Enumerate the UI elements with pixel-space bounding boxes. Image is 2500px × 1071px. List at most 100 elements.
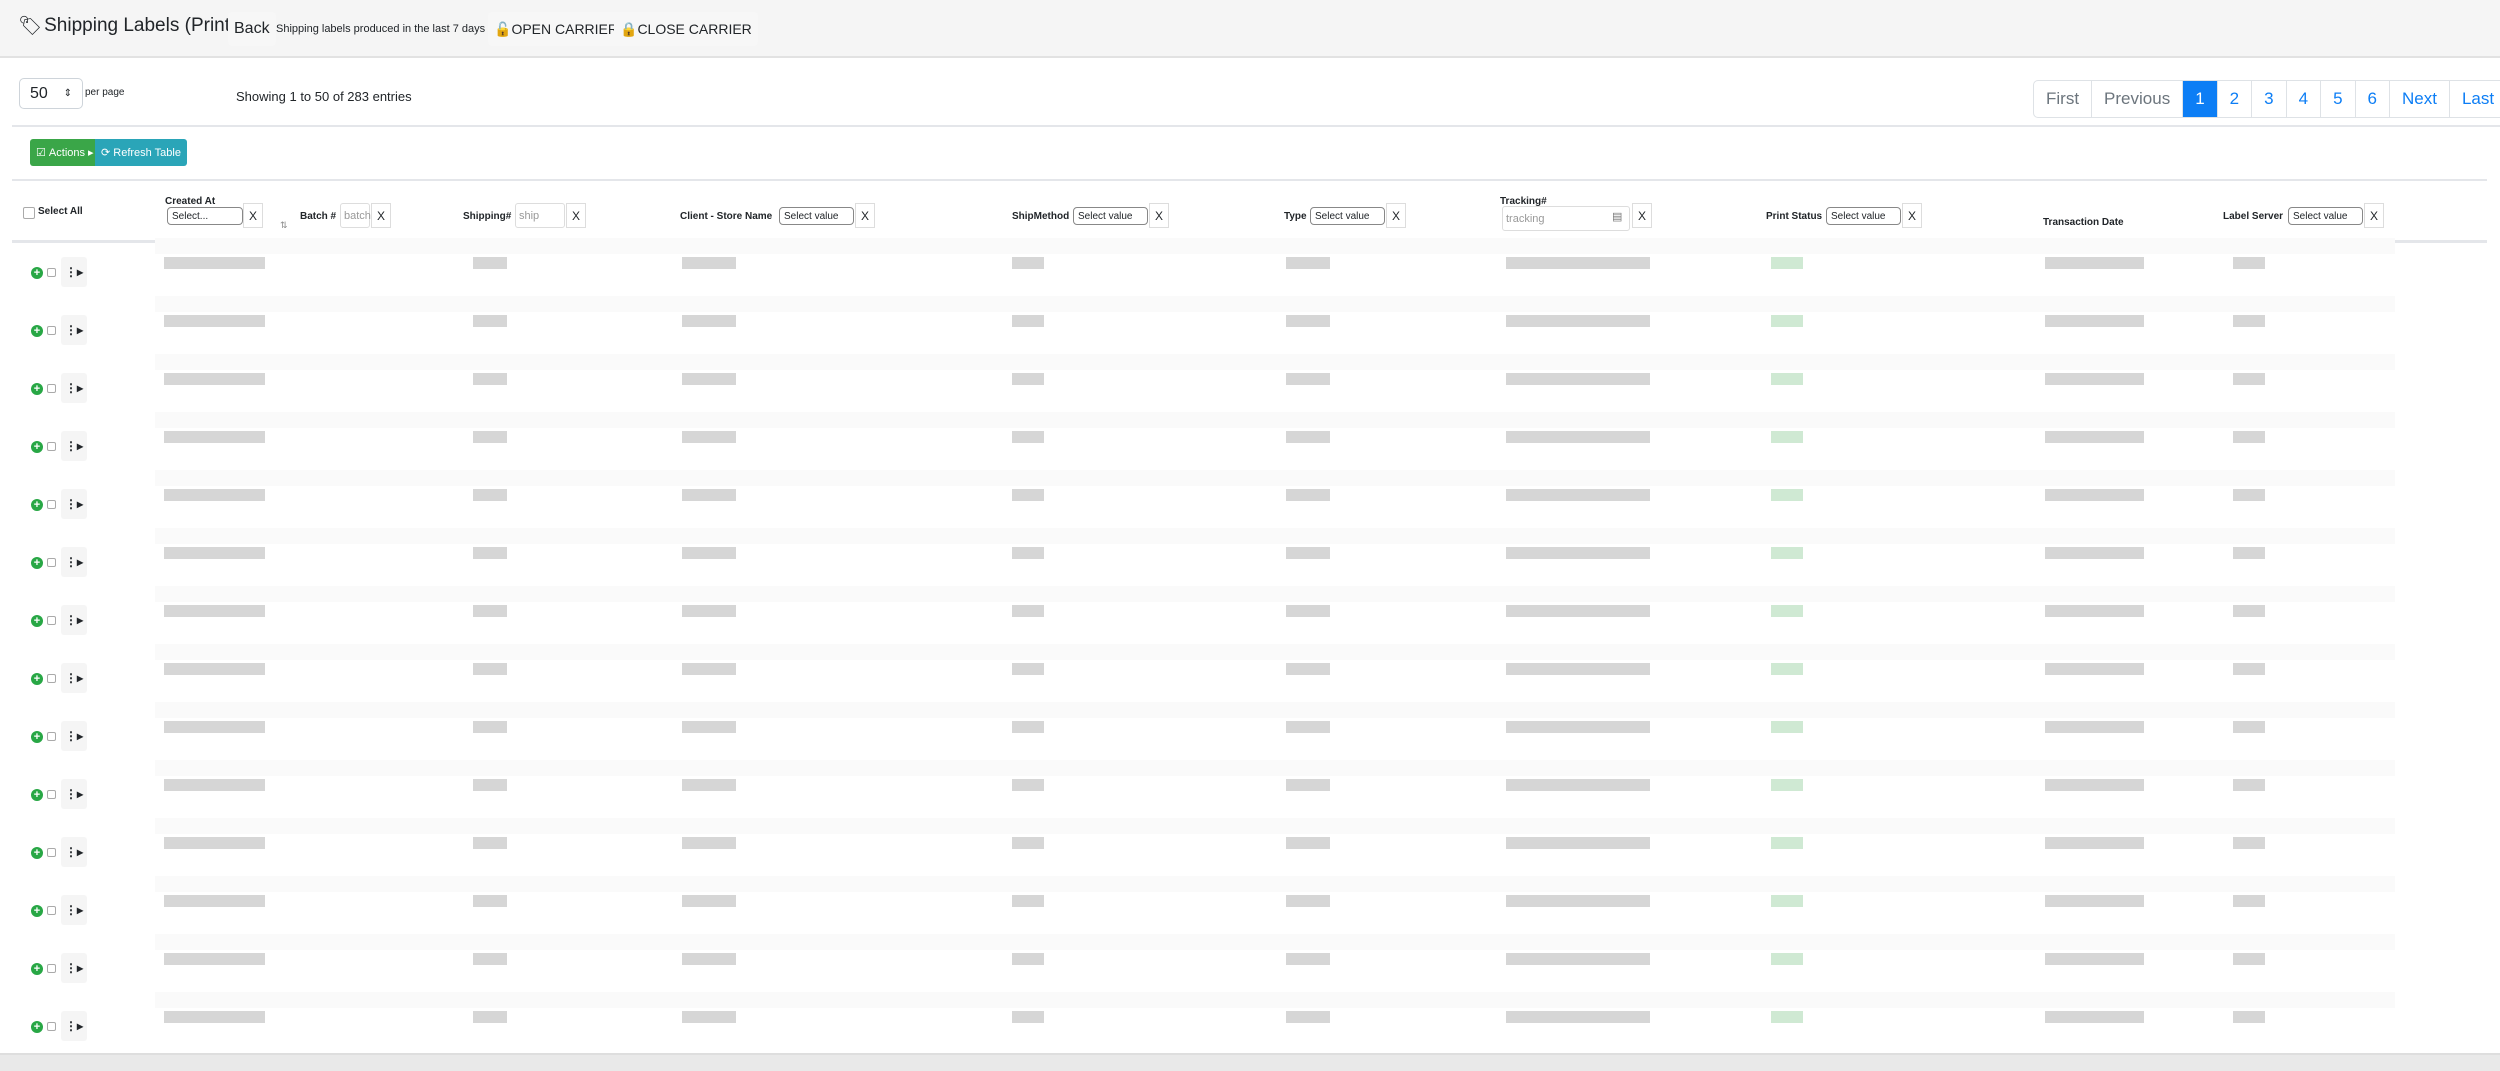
row-checkbox[interactable] bbox=[47, 326, 56, 335]
tracking-input[interactable]: tracking bbox=[1502, 206, 1630, 231]
table-row[interactable]: + ⋮▸ bbox=[0, 238, 2500, 301]
row-menu-button[interactable]: ⋮▸ bbox=[61, 315, 87, 345]
row-menu-button[interactable]: ⋮▸ bbox=[61, 605, 87, 635]
created-at-select[interactable]: Select... bbox=[167, 207, 243, 225]
row-checkbox[interactable] bbox=[47, 616, 56, 625]
redacted-cell bbox=[682, 257, 736, 269]
row-menu-button[interactable]: ⋮▸ bbox=[61, 663, 87, 693]
table-row[interactable]: + ⋮▸ bbox=[0, 702, 2500, 765]
open-carrier-button[interactable]: 🔓 OPEN CARRIER bbox=[488, 12, 625, 46]
type-clear[interactable]: X bbox=[1386, 203, 1406, 228]
table-row[interactable]: + ⋮▸ bbox=[0, 412, 2500, 475]
created-at-header[interactable]: Created At bbox=[165, 196, 215, 207]
row-checkbox[interactable] bbox=[47, 906, 56, 915]
row-checkbox[interactable] bbox=[47, 790, 56, 799]
row-menu-button[interactable]: ⋮▸ bbox=[61, 895, 87, 925]
redacted-cell bbox=[2233, 837, 2265, 849]
back-button[interactable]: Back bbox=[228, 12, 276, 46]
row-menu-button[interactable]: ⋮▸ bbox=[61, 837, 87, 867]
table-row[interactable]: + ⋮▸ bbox=[0, 934, 2500, 997]
label-server-clear[interactable]: X bbox=[2364, 203, 2384, 228]
expand-plus-icon[interactable]: + bbox=[31, 847, 43, 859]
shipping-clear[interactable]: X bbox=[566, 203, 586, 228]
expand-plus-icon[interactable]: + bbox=[31, 905, 43, 917]
close-carrier-button[interactable]: 🔒 CLOSE CARRIER bbox=[614, 12, 758, 46]
redacted-cell bbox=[2045, 431, 2144, 443]
row-checkbox[interactable] bbox=[47, 268, 56, 277]
expand-plus-icon[interactable]: + bbox=[31, 441, 43, 453]
expand-plus-icon[interactable]: + bbox=[31, 731, 43, 743]
page-previous[interactable]: Previous bbox=[2091, 81, 2182, 117]
row-checkbox[interactable] bbox=[47, 500, 56, 509]
redacted-cell bbox=[2233, 1011, 2265, 1023]
actions-button[interactable]: ☑ Actions ▸ bbox=[30, 139, 100, 166]
page-next[interactable]: Next bbox=[2389, 81, 2449, 117]
expand-plus-icon[interactable]: + bbox=[31, 383, 43, 395]
print-status-clear[interactable]: X bbox=[1902, 203, 1922, 228]
row-menu-button[interactable]: ⋮▸ bbox=[61, 721, 87, 751]
row-checkbox[interactable] bbox=[47, 558, 56, 567]
created-at-clear[interactable]: X bbox=[243, 203, 263, 228]
shipping-input[interactable]: ship bbox=[515, 203, 565, 228]
per-page-select[interactable]: 50 ⇕ bbox=[19, 78, 83, 109]
tracking-clear[interactable]: X bbox=[1632, 203, 1652, 228]
client-select[interactable]: Select value bbox=[779, 207, 854, 225]
redacted-cell bbox=[473, 489, 507, 501]
expand-plus-icon[interactable]: + bbox=[31, 267, 43, 279]
table-row[interactable]: + ⋮▸ bbox=[0, 992, 2500, 1055]
table-row[interactable]: + ⋮▸ bbox=[0, 586, 2500, 649]
batch-clear[interactable]: X bbox=[371, 203, 391, 228]
refresh-table-button[interactable]: ⟳ Refresh Table bbox=[95, 139, 187, 166]
row-checkbox[interactable] bbox=[47, 384, 56, 393]
expand-plus-icon[interactable]: + bbox=[31, 325, 43, 337]
expand-plus-icon[interactable]: + bbox=[31, 615, 43, 627]
row-checkbox[interactable] bbox=[47, 442, 56, 451]
sort-icon[interactable]: ⇅ bbox=[280, 220, 288, 231]
page-2[interactable]: 2 bbox=[2216, 81, 2251, 117]
page-last[interactable]: Last bbox=[2448, 81, 2500, 117]
row-menu-button[interactable]: ⋮▸ bbox=[61, 547, 87, 577]
batch-input[interactable]: batch bbox=[340, 203, 371, 228]
shipmethod-select[interactable]: Select value bbox=[1073, 207, 1148, 225]
table-row[interactable]: + ⋮▸ bbox=[0, 760, 2500, 823]
redacted-cell bbox=[2045, 547, 2144, 559]
expand-plus-icon[interactable]: + bbox=[31, 499, 43, 511]
row-checkbox[interactable] bbox=[47, 674, 56, 683]
label-server-select[interactable]: Select value bbox=[2288, 207, 2363, 225]
table-row[interactable]: + ⋮▸ bbox=[0, 354, 2500, 417]
row-checkbox[interactable] bbox=[47, 732, 56, 741]
table-row[interactable]: + ⋮▸ bbox=[0, 296, 2500, 359]
expand-plus-icon[interactable]: + bbox=[31, 963, 43, 975]
page-6[interactable]: 6 bbox=[2354, 81, 2389, 117]
page-first[interactable]: First bbox=[2034, 81, 2091, 117]
expand-plus-icon[interactable]: + bbox=[31, 557, 43, 569]
page-3[interactable]: 3 bbox=[2251, 81, 2285, 117]
page-4[interactable]: 4 bbox=[2285, 81, 2320, 117]
select-all-checkbox[interactable] bbox=[23, 207, 35, 219]
row-checkbox[interactable] bbox=[47, 848, 56, 857]
table-row[interactable]: + ⋮▸ bbox=[0, 818, 2500, 881]
row-checkbox[interactable] bbox=[47, 964, 56, 973]
row-menu-button[interactable]: ⋮▸ bbox=[61, 257, 87, 287]
page-1[interactable]: 1 bbox=[2182, 81, 2217, 117]
type-select[interactable]: Select value bbox=[1310, 207, 1385, 225]
expand-plus-icon[interactable]: + bbox=[31, 789, 43, 801]
row-menu-button[interactable]: ⋮▸ bbox=[61, 953, 87, 983]
row-checkbox[interactable] bbox=[47, 1022, 56, 1031]
table-row[interactable]: + ⋮▸ bbox=[0, 876, 2500, 939]
row-menu-button[interactable]: ⋮▸ bbox=[61, 373, 87, 403]
client-clear[interactable]: X bbox=[855, 203, 875, 228]
print-status-select[interactable]: Select value bbox=[1826, 207, 1901, 225]
row-menu-button[interactable]: ⋮▸ bbox=[61, 779, 87, 809]
row-menu-button[interactable]: ⋮▸ bbox=[61, 431, 87, 461]
row-menu-button[interactable]: ⋮▸ bbox=[61, 1011, 87, 1041]
row-menu-button[interactable]: ⋮▸ bbox=[61, 489, 87, 519]
table-row[interactable]: + ⋮▸ bbox=[0, 644, 2500, 707]
table-row[interactable]: + ⋮▸ bbox=[0, 528, 2500, 591]
row-stripe bbox=[155, 412, 2395, 428]
expand-plus-icon[interactable]: + bbox=[31, 1021, 43, 1033]
table-row[interactable]: + ⋮▸ bbox=[0, 470, 2500, 533]
shipmethod-clear[interactable]: X bbox=[1149, 203, 1169, 228]
expand-plus-icon[interactable]: + bbox=[31, 673, 43, 685]
page-5[interactable]: 5 bbox=[2320, 81, 2354, 117]
